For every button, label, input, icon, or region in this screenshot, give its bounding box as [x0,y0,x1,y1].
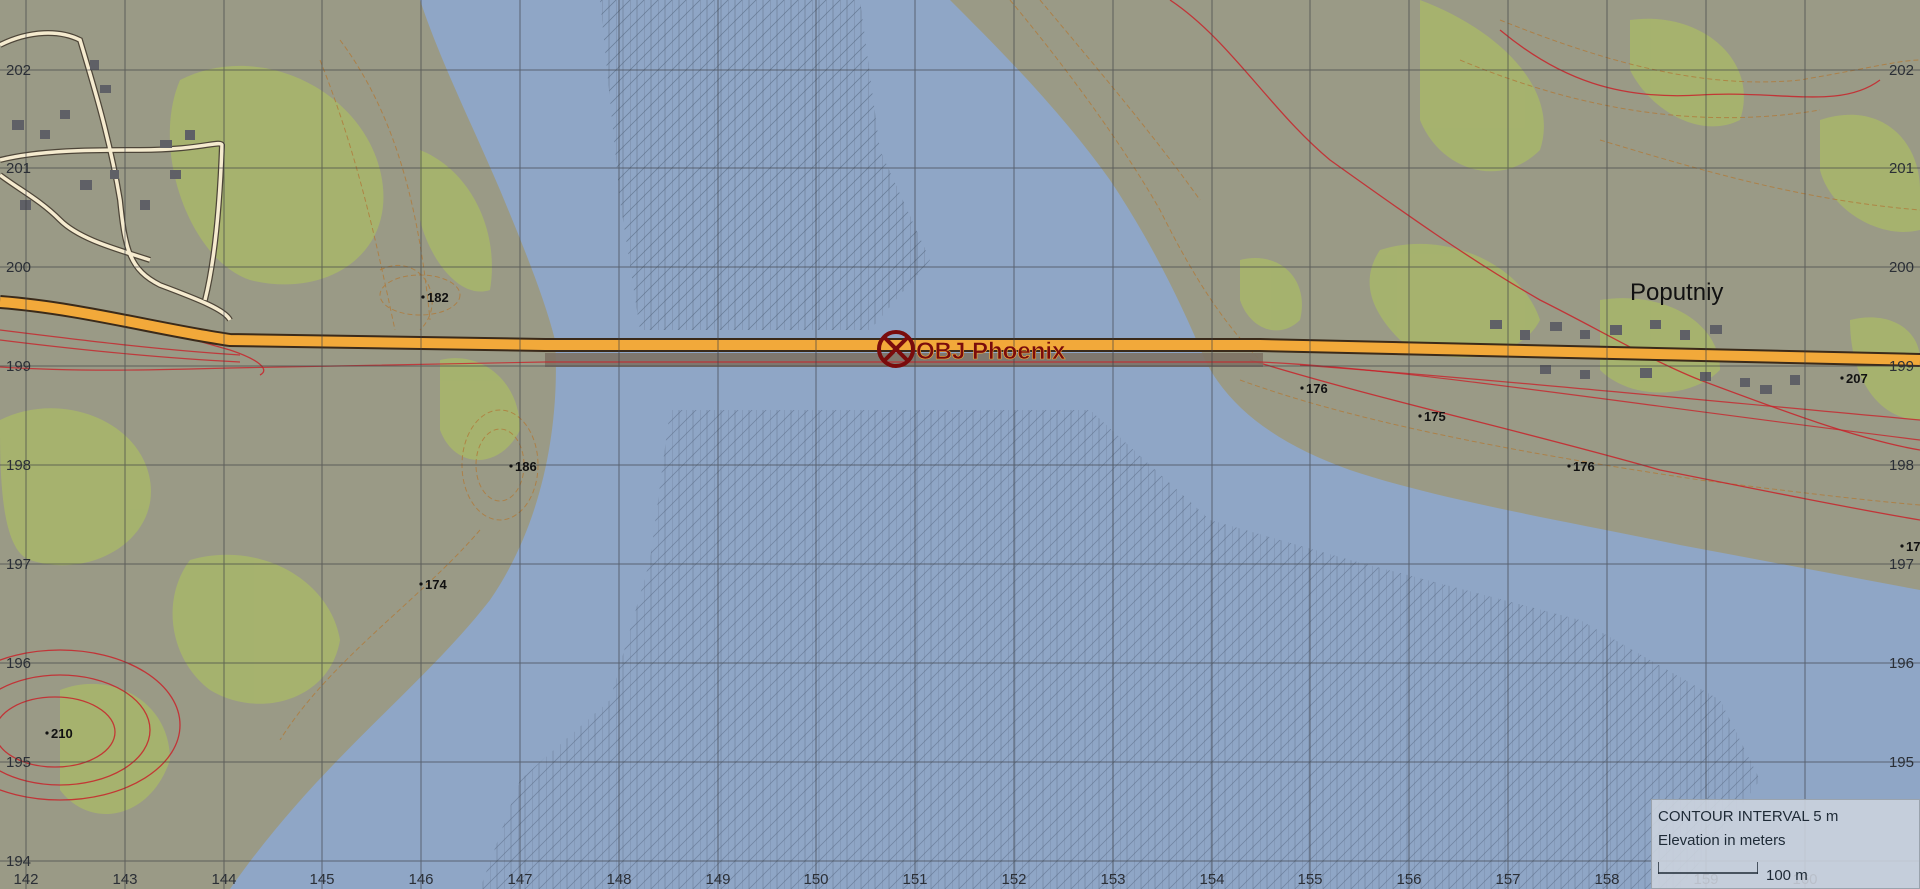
northing-label: 200 [1889,259,1914,276]
northing-label: 200 [6,259,31,276]
objective-label: OBJ Phoenix [916,338,1066,365]
easting-label: 156 [1396,871,1421,888]
spot-height: 175 [1424,409,1446,424]
easting-label: 147 [507,871,532,888]
northing-label: 198 [1889,457,1914,474]
spot-height: 174 [425,577,447,592]
easting-label: 153 [1100,871,1125,888]
northing-label: 199 [1889,358,1914,375]
topographic-map[interactable]: 142 143 144 145 146 147 148 149 150 151 … [0,0,1920,889]
scale-bar [1658,862,1758,874]
northing-label: 196 [1889,655,1914,672]
northing-label: 195 [1889,754,1914,771]
northing-label: 197 [1889,556,1914,573]
spot-height: 176 [1306,381,1328,396]
easting-label: 150 [803,871,828,888]
northing-label: 202 [6,62,31,79]
easting-label: 146 [408,871,433,888]
spot-height: 210 [51,726,73,741]
northing-label: 194 [6,853,31,870]
easting-label: 157 [1495,871,1520,888]
elevation-note-text: Elevation in meters [1658,832,1786,849]
spot-height: 186 [515,459,537,474]
spot-height: 176 [1573,459,1595,474]
northing-label: 201 [1889,160,1914,177]
spot-height: 17 [1906,539,1920,554]
scale-bar-label: 100 m [1766,867,1808,884]
spot-height: 207 [1846,371,1868,386]
easting-label: 151 [902,871,927,888]
easting-label: 144 [211,871,236,888]
northing-label: 199 [6,358,31,375]
northing-label: 201 [6,160,31,177]
northing-label: 202 [1889,62,1914,79]
easting-label: 143 [112,871,137,888]
easting-label: 148 [606,871,631,888]
town-name-label: Poputniy [1630,279,1723,306]
northing-label: 196 [6,655,31,672]
spot-height: 182 [427,290,449,305]
easting-label: 158 [1594,871,1619,888]
northing-label: 197 [6,556,31,573]
map-legend: CONTOUR INTERVAL 5 m Elevation in meters… [1651,799,1920,889]
easting-label: 149 [705,871,730,888]
easting-label: 155 [1297,871,1322,888]
northing-label: 198 [6,457,31,474]
northing-label: 195 [6,754,31,771]
easting-label: 145 [309,871,334,888]
easting-label: 142 [13,871,38,888]
contour-interval-text: CONTOUR INTERVAL 5 m [1658,808,1839,825]
easting-label: 154 [1199,871,1224,888]
easting-label: 152 [1001,871,1026,888]
